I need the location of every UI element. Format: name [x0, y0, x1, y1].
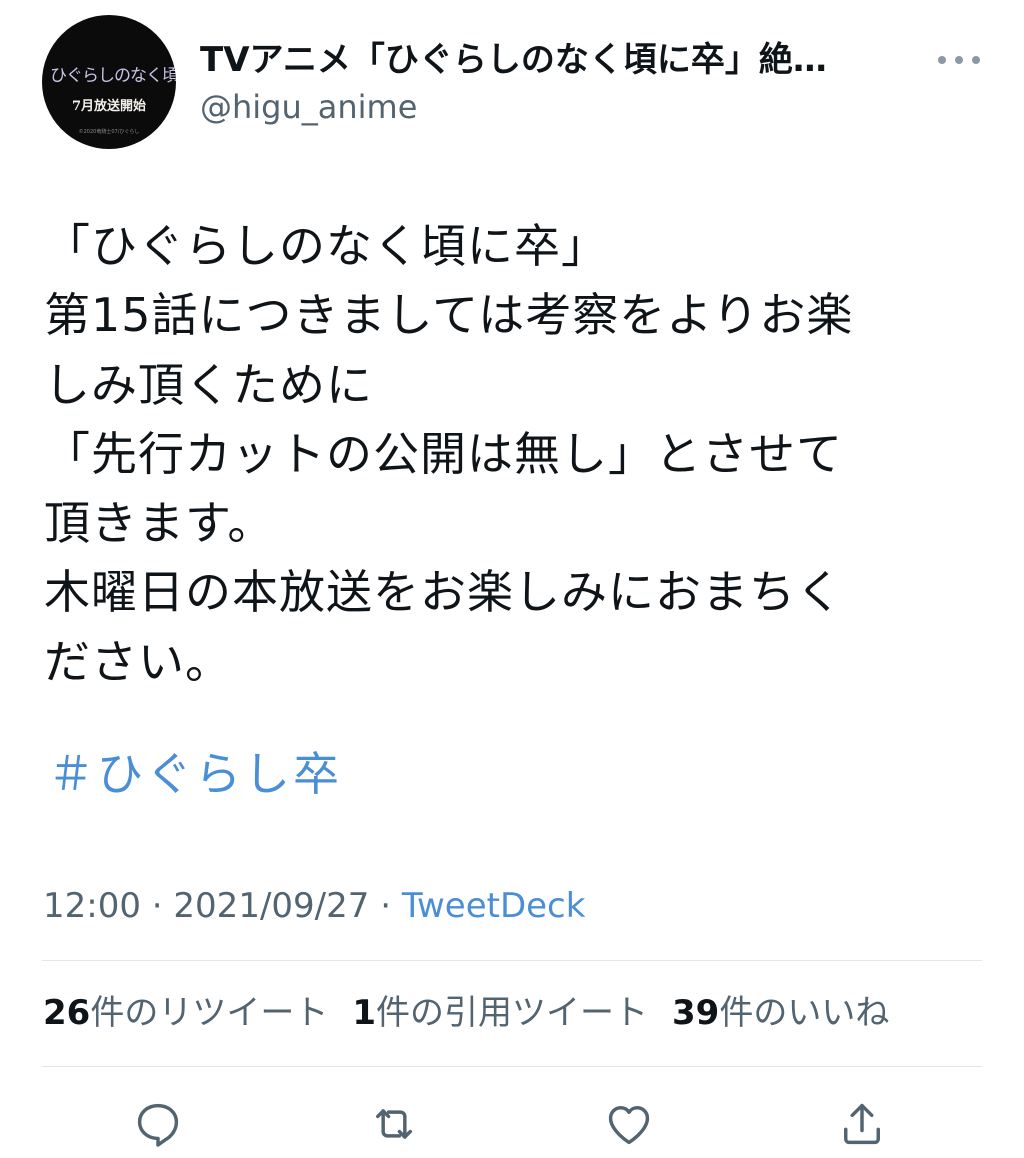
like-icon — [608, 1106, 650, 1145]
reply-icon — [137, 1103, 179, 1147]
avatar-logo-subtitle: 7月放送開始 — [71, 99, 147, 114]
tweet-source-link[interactable]: TweetDeck — [402, 886, 586, 926]
reply-button[interactable] — [132, 1098, 184, 1150]
meta-separator: · — [140, 886, 174, 926]
tweet-text: 「ひぐらしのなく頃に卒」 第15話につきましては考察をよりお楽 しみ頂くために … — [44, 212, 994, 697]
tweet-line: 第15話につきましては考察をよりお楽 — [44, 288, 854, 343]
share-icon — [844, 1103, 880, 1145]
tweet-line: 「ひぐらしのなく頃に卒」 — [44, 219, 608, 273]
quote-count: 1 — [352, 993, 376, 1033]
more-icon[interactable] — [938, 46, 980, 74]
more-dot — [938, 56, 946, 64]
like-count-label: 件のいいね — [719, 993, 890, 1033]
retweet-count-label: 件のリツイート — [90, 993, 329, 1033]
share-button[interactable] — [836, 1098, 888, 1150]
like-button[interactable] — [603, 1098, 655, 1150]
quote-count-label: 件の引用ツイート — [376, 993, 648, 1033]
tweet-line: 頂きます。 — [44, 496, 275, 551]
more-dot — [972, 56, 980, 64]
tweet-line: 「先行カットの公開は無し」とさせて — [44, 426, 843, 481]
tweet-line: 木曜日の本放送をお楽しみにおまちく — [44, 565, 843, 620]
quote-count-link[interactable]: 1件の引用ツイート — [352, 993, 648, 1033]
avatar-logo-title: ひぐらしのなく頃に卒 — [50, 66, 176, 86]
like-count-link[interactable]: 39件のいいね — [672, 993, 889, 1033]
like-count: 39 — [672, 993, 720, 1033]
avatar-copyright: ©2020竜騎士07/ひぐらし — [78, 129, 140, 135]
tweet-line: ださい。 — [44, 634, 232, 689]
tweet-stats: 26件のリツイート 1件の引用ツイート 39件のいいね — [43, 990, 913, 1036]
more-dot — [955, 56, 963, 64]
retweet-count-link[interactable]: 26件のリツイート — [43, 993, 328, 1033]
divider — [42, 960, 982, 961]
retweet-count: 26 — [43, 993, 91, 1033]
avatar[interactable]: ひぐらしのなく頃に卒 7月放送開始 ©2020竜騎士07/ひぐらし — [42, 15, 176, 149]
meta-separator: · — [369, 886, 402, 926]
tweet-line: しみ頂くために — [44, 357, 373, 412]
retweet-icon — [376, 1109, 412, 1139]
tweet-date[interactable]: 2021/09/27 — [173, 886, 369, 926]
tweet-meta: 12:00 · 2021/09/27 · TweetDeck — [43, 884, 585, 928]
tweet-time[interactable]: 12:00 — [43, 886, 141, 926]
author-handle[interactable]: @higu_anime — [200, 87, 417, 127]
divider — [42, 1066, 982, 1067]
hashtag-link[interactable]: ＃ひぐらし卒 — [48, 742, 342, 806]
author-display-name[interactable]: TVアニメ「ひぐらしのなく頃に卒」絶… — [200, 38, 920, 82]
tweet-actions — [0, 1088, 1024, 1158]
retweet-button[interactable] — [368, 1098, 420, 1150]
